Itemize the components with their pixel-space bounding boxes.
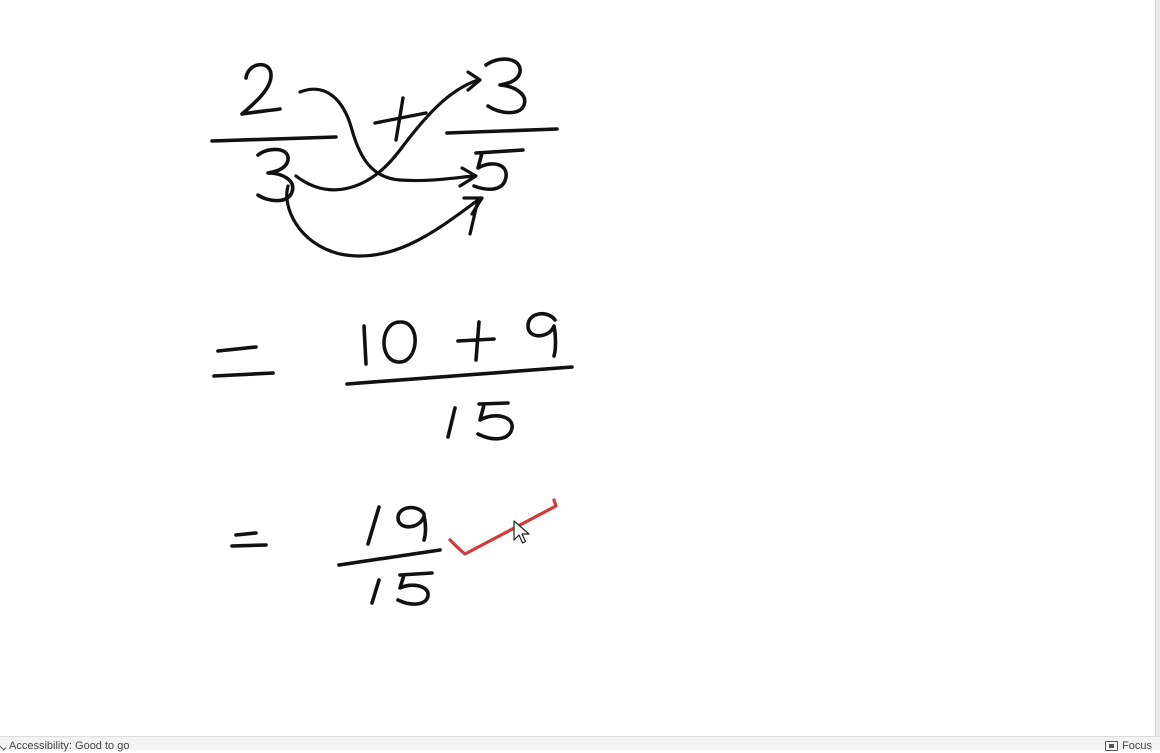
handwriting-layer: [210, 57, 574, 606]
step-one: [212, 312, 574, 441]
digit-5-denominator: [472, 148, 525, 192]
digit-5d: [396, 571, 434, 606]
accessibility-status[interactable]: Accessibility: Good to go: [0, 739, 129, 753]
digit-9c: [396, 505, 428, 542]
step-two: [230, 505, 442, 606]
vertical-scrollbar[interactable]: [1155, 0, 1160, 736]
digit-9: [526, 312, 558, 358]
digit-3-numerator: [484, 57, 527, 115]
accessibility-status-text: Accessibility: Good to go: [9, 740, 130, 752]
digit-2-numerator: [240, 62, 282, 116]
fraction-bar-3: [345, 365, 574, 386]
digit-0: [382, 320, 417, 364]
focus-label: Focus: [1122, 740, 1152, 752]
digit-1: [362, 324, 368, 366]
mouse-pointer-icon: [513, 520, 530, 544]
digit-1b: [446, 406, 457, 439]
red-checkmark-icon: [448, 498, 558, 556]
arrow-3-to-3: [294, 78, 480, 192]
fraction-bar-2: [445, 127, 559, 135]
status-bar: Accessibility: Good to go Focus: [0, 736, 1160, 753]
digit-1d: [370, 578, 381, 605]
equals-sign-2: [230, 531, 268, 548]
ink-canvas[interactable]: [0, 0, 1155, 736]
plus-sign-1: [373, 96, 428, 142]
fraction-bar-1: [210, 135, 338, 143]
arrow-3-to-5: [285, 184, 480, 258]
equals-sign-1: [212, 345, 275, 378]
plus-sign-2: [456, 320, 496, 362]
accessibility-check-icon: [0, 742, 6, 751]
fraction-bar-4: [337, 548, 442, 567]
cross-multiply-arrows: [285, 70, 484, 258]
focus-button[interactable]: Focus: [1105, 739, 1152, 753]
digit-5b: [476, 401, 514, 441]
digit-1c: [366, 505, 381, 546]
fraction-two-thirds: [210, 62, 338, 203]
